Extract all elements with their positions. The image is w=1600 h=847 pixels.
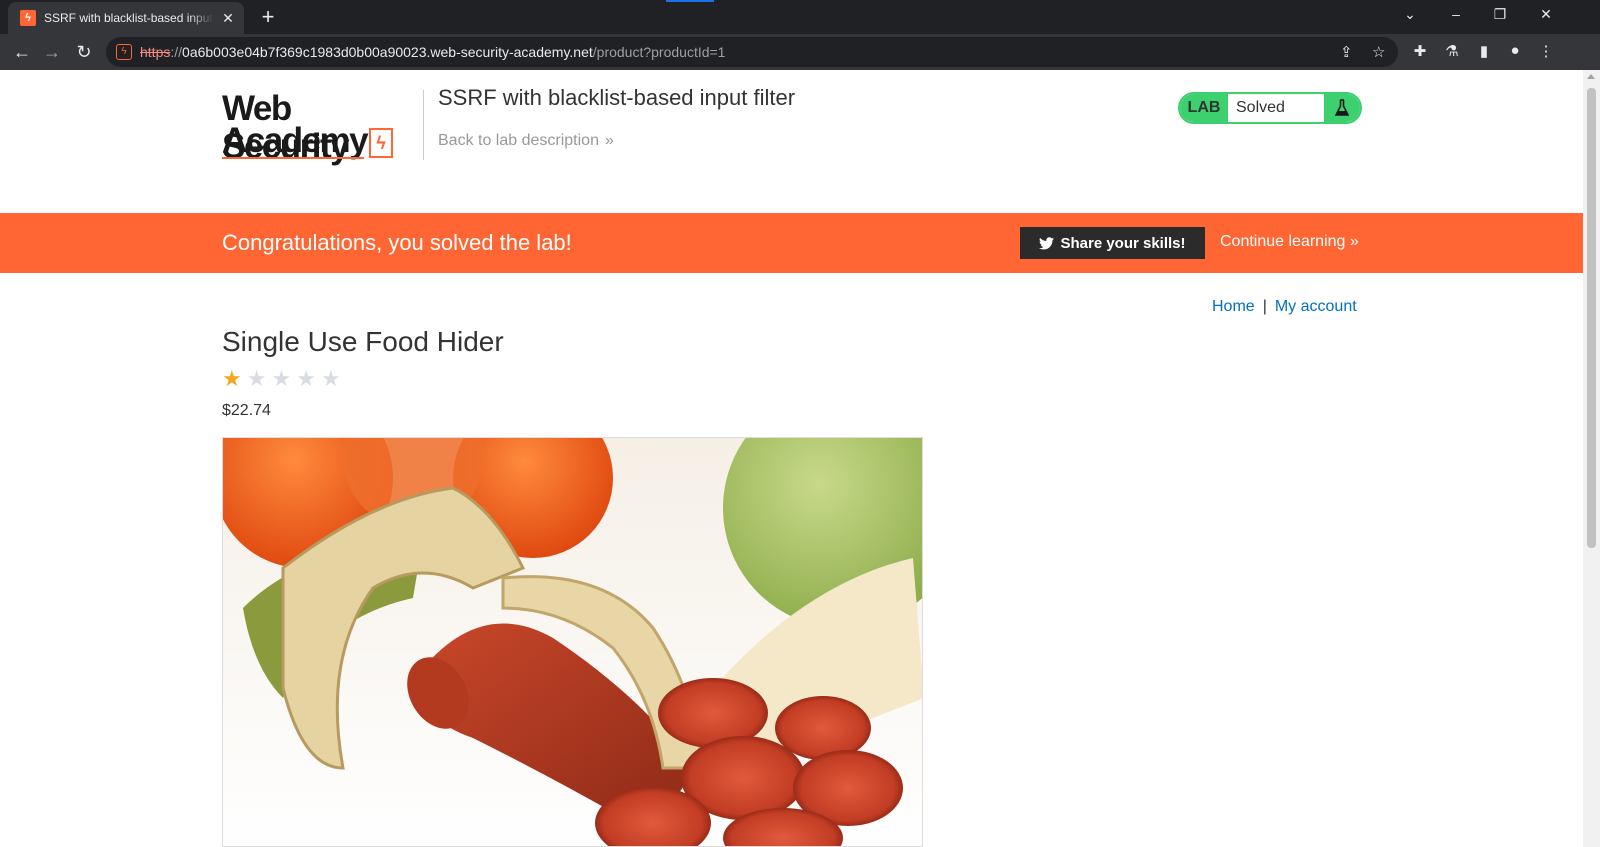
- share-button-label: Share your skills!: [1060, 234, 1186, 252]
- lab-badge-tag: LAB: [1180, 94, 1228, 122]
- favicon-icon: ϟ: [20, 10, 36, 26]
- url-scheme: https: [140, 44, 171, 60]
- star-empty-icon: ★: [320, 366, 341, 391]
- continue-learning-link[interactable]: Continue learning »: [1220, 233, 1359, 251]
- twitter-icon: [1039, 236, 1055, 249]
- minimize-icon[interactable]: –: [1446, 6, 1466, 22]
- product-price: $22.74: [222, 402, 271, 419]
- star-empty-icon: ★: [296, 366, 316, 391]
- browser-tab-bar: ϟ SSRF with blacklist-based input filter…: [0, 0, 1600, 34]
- tab-title: SSRF with blacklist-based input filter: [44, 11, 214, 25]
- url-separator: ://: [170, 44, 183, 60]
- header-nav: Home | My account: [1212, 298, 1357, 316]
- site-info-icon[interactable]: ϟ: [116, 44, 132, 60]
- tab-search-icon[interactable]: ⌄: [1400, 6, 1420, 23]
- bookmark-star-icon[interactable]: ☆: [1372, 43, 1385, 61]
- share-icon[interactable]: ⇪: [1340, 43, 1353, 61]
- star-filled-icon: ★: [222, 366, 242, 391]
- congratulations-banner: Congratulations, you solved the lab! Sha…: [0, 213, 1583, 273]
- profile-icon[interactable]: ●: [1505, 42, 1525, 59]
- lab-title: SSRF with blacklist-based input filter: [438, 85, 796, 110]
- menu-icon[interactable]: ⋮: [1536, 42, 1556, 60]
- logo-bolt-icon: ϟ: [369, 128, 393, 158]
- tab-close-icon[interactable]: ✕: [220, 10, 236, 27]
- browser-toolbar: ← → ↻ ϟ https :// 0a6b003e04b7f369c1983d…: [0, 34, 1600, 70]
- product-image: [222, 437, 923, 847]
- scrollbar-thumb[interactable]: [1587, 88, 1596, 548]
- restore-icon[interactable]: ❐: [1490, 6, 1510, 23]
- url-path: /product?productId=1: [592, 44, 726, 60]
- flask-icon: [1324, 94, 1360, 122]
- product-rating: ★ ★ ★ ★ ★: [222, 368, 341, 390]
- lab-flask-icon[interactable]: ⚗: [1442, 42, 1462, 60]
- home-link[interactable]: Home: [1212, 298, 1255, 315]
- page-content: Web Security Academy ϟ SSRF with blackli…: [0, 70, 1583, 847]
- scroll-up-arrow-icon[interactable]: [1587, 74, 1595, 79]
- header-divider: [423, 90, 424, 160]
- congratulations-message: Congratulations, you solved the lab!: [222, 230, 572, 255]
- page-scrollbar[interactable]: [1583, 70, 1600, 847]
- side-panel-icon[interactable]: ▮: [1474, 42, 1494, 60]
- product-title: Single Use Food Hider: [222, 326, 504, 357]
- web-security-academy-logo[interactable]: Web Security Academy ϟ: [222, 90, 422, 166]
- back-arrow-icon[interactable]: ←: [10, 40, 34, 64]
- logo-underline: [222, 157, 364, 159]
- browser-tab[interactable]: ϟ SSRF with blacklist-based input filter…: [8, 2, 244, 34]
- lab-status-badge: LAB Solved: [1178, 92, 1362, 124]
- reload-icon[interactable]: ↻: [72, 40, 96, 64]
- lab-badge-status: Solved: [1228, 94, 1324, 122]
- back-link-label: Back to lab description: [438, 132, 599, 149]
- new-tab-icon[interactable]: +: [256, 5, 280, 29]
- tab-strip-indicator: [666, 0, 714, 2]
- close-window-icon[interactable]: ✕: [1536, 6, 1556, 23]
- nav-separator: |: [1262, 298, 1267, 315]
- back-to-lab-description-link[interactable]: Back to lab description »: [438, 132, 614, 150]
- star-empty-icon: ★: [246, 366, 267, 391]
- double-chevron-right-icon: »: [604, 132, 614, 149]
- my-account-link[interactable]: My account: [1275, 298, 1357, 315]
- address-bar[interactable]: ϟ https :// 0a6b003e04b7f369c1983d0b00a9…: [106, 37, 1398, 67]
- logo-text-line2: Academy: [222, 121, 369, 160]
- star-empty-icon: ★: [271, 366, 292, 391]
- url-host: 0a6b003e04b7f369c1983d0b00a90023.web-sec…: [182, 44, 593, 60]
- share-your-skills-button[interactable]: Share your skills!: [1020, 227, 1205, 259]
- forward-arrow-icon[interactable]: →: [40, 40, 64, 64]
- extensions-icon[interactable]: ✚: [1410, 42, 1430, 60]
